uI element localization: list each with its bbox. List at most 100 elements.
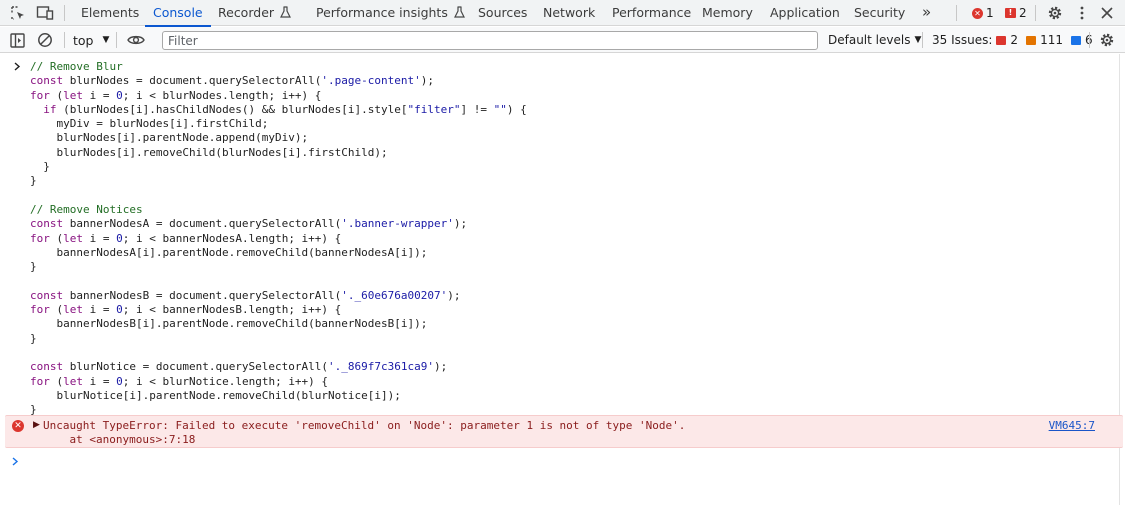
code-token: let [63, 374, 83, 388]
code-line: const blurNotice = document.querySelecto… [30, 360, 527, 374]
code-token: '.page-content' [321, 74, 421, 88]
tab-memory[interactable]: Memory [702, 0, 753, 26]
issue-info-icon [1070, 35, 1081, 45]
tab-application[interactable]: Application [770, 0, 840, 26]
divider [64, 32, 65, 48]
tab-elements[interactable]: Elements [81, 0, 139, 26]
context-value: top [73, 32, 94, 48]
tab-recorder[interactable]: Recorder [218, 0, 291, 26]
console-prompt-chevron-icon[interactable] [12, 455, 19, 469]
divider [116, 32, 117, 48]
tab-security[interactable]: Security [854, 0, 905, 26]
more-tabs-chevron-icon[interactable]: » [922, 0, 931, 26]
tab-performance[interactable]: Performance [612, 0, 691, 26]
input-echo-chevron-icon [14, 61, 21, 74]
device-toolbar-icon[interactable] [36, 4, 54, 22]
code-line: } [30, 160, 527, 174]
code-token: blurNodes[i].removeChild(blurNodes[i].fi… [30, 145, 388, 159]
code-token: let [63, 231, 83, 245]
code-line: // Remove Blur [30, 60, 527, 74]
tab-performance-insights[interactable]: Performance insights [316, 0, 465, 26]
close-icon[interactable] [1098, 4, 1116, 22]
code-token: 0 [116, 231, 123, 245]
sidebar-toggle-icon[interactable] [8, 31, 26, 49]
error-count-badge[interactable]: ✕ 1 [972, 0, 994, 26]
code-line: for (let i = 0; i < blurNotice.length; i… [30, 375, 527, 389]
code-token: ] != [460, 102, 494, 116]
error-message: Uncaught TypeError: Failed to execute 'r… [43, 419, 686, 432]
code-token: i = [83, 374, 117, 388]
code-token: ); [420, 74, 434, 88]
dropdown-arrow-icon: ▼ [102, 35, 110, 45]
error-circle-icon: ✕ [12, 420, 24, 432]
code-token: ; i < blurNotice.length; i++) { [122, 374, 329, 388]
code-token: ; i < blurNodes.length; i++) { [122, 88, 322, 102]
inspect-element-icon[interactable] [9, 4, 27, 22]
code-token: // Remove Notices [30, 202, 143, 216]
tab-console[interactable]: Console [145, 0, 211, 27]
code-token: } [30, 160, 50, 174]
issues-errors-count: 2 [1010, 33, 1019, 47]
expand-triangle-icon[interactable]: ▶ [33, 420, 40, 430]
tab-network[interactable]: Network [543, 0, 595, 26]
settings-gear-icon[interactable] [1046, 4, 1064, 22]
code-token: i = [83, 88, 117, 102]
code-token: '._869f7c361ca9' [328, 360, 434, 374]
code-token: '.banner-wrapper' [341, 217, 454, 231]
code-token: blurNotice[i].parentNode.removeChild(blu… [30, 388, 401, 402]
error-stack: at <anonymous>:7:18 [43, 433, 196, 447]
code-token: bannerNodesA = document.querySelectorAll… [63, 217, 342, 231]
divider [922, 32, 923, 48]
code-token: let [63, 88, 83, 102]
live-expression-eye-icon[interactable] [126, 31, 146, 49]
code-token: const [30, 288, 64, 302]
divider [956, 5, 957, 21]
code-line: blurNodes[i].parentNode.append(myDiv); [30, 131, 527, 145]
executed-code-block: // Remove Blur const blurNodes = document… [30, 60, 527, 417]
code-token: ( [49, 303, 64, 317]
code-token: ( [49, 374, 64, 388]
code-token: ); [453, 217, 468, 231]
issue-error-icon [996, 35, 1007, 45]
code-token: } [30, 260, 37, 274]
code-token: ; i < bannerNodesA.length; i++) { [122, 231, 342, 245]
code-token: for [30, 303, 50, 317]
code-token: bannerNodesB = document.querySelectorAll… [63, 288, 342, 302]
context-selector[interactable]: top ▼ [73, 27, 109, 53]
filter-input[interactable] [162, 31, 818, 50]
code-token: const [30, 74, 64, 88]
log-levels-label: Default levels [828, 33, 911, 47]
flask-icon [453, 6, 465, 18]
issues-counter[interactable]: 35 Issues: 2 111 6 [932, 27, 1093, 53]
clear-console-icon[interactable] [36, 31, 54, 49]
code-token: for [30, 88, 50, 102]
code-line: bannerNodesB[i].parentNode.removeChild(b… [30, 317, 527, 331]
code-token: '._60e676a00207' [341, 288, 448, 302]
log-levels-dropdown[interactable]: Default levels ▼ [828, 27, 921, 53]
issues-warnings-count: 111 [1040, 33, 1063, 47]
more-options-kebab-icon[interactable] [1073, 4, 1091, 22]
code-token: bannerNodesB[i].parentNode.removeChild(b… [30, 317, 428, 331]
warning-count-badge[interactable]: ! 2 [1005, 0, 1027, 26]
error-circle-icon: ✕ [972, 7, 983, 19]
issues-label: 35 Issues: [932, 33, 993, 47]
code-token: "filter" [407, 102, 461, 116]
error-source-link[interactable]: VM645:7 [1049, 419, 1095, 432]
devtools-tab-bar: Elements Console Recorder Performance in… [0, 0, 1125, 27]
console-error-message[interactable]: ✕ ▶ Uncaught TypeError: Failed to execut… [5, 415, 1123, 448]
code-token: const [30, 360, 64, 374]
code-token: blurNodes = document.querySelectorAll( [63, 74, 322, 88]
code-line: } [30, 260, 527, 274]
code-line: const blurNodes = document.querySelector… [30, 74, 527, 88]
code-line: } [30, 174, 527, 188]
code-token: } [30, 331, 37, 345]
console-settings-gear-icon[interactable] [1098, 31, 1116, 49]
code-token: ); [434, 360, 448, 374]
code-token: // Remove Blur [30, 60, 123, 73]
tab-recorder-label: Recorder [218, 5, 275, 20]
console-toolbar: top ▼ Default levels ▼ 35 Issues: 2 111 … [0, 27, 1125, 53]
tab-sources[interactable]: Sources [478, 0, 527, 26]
code-token: (blurNodes[i].hasChildNodes() && blurNod… [56, 102, 408, 116]
